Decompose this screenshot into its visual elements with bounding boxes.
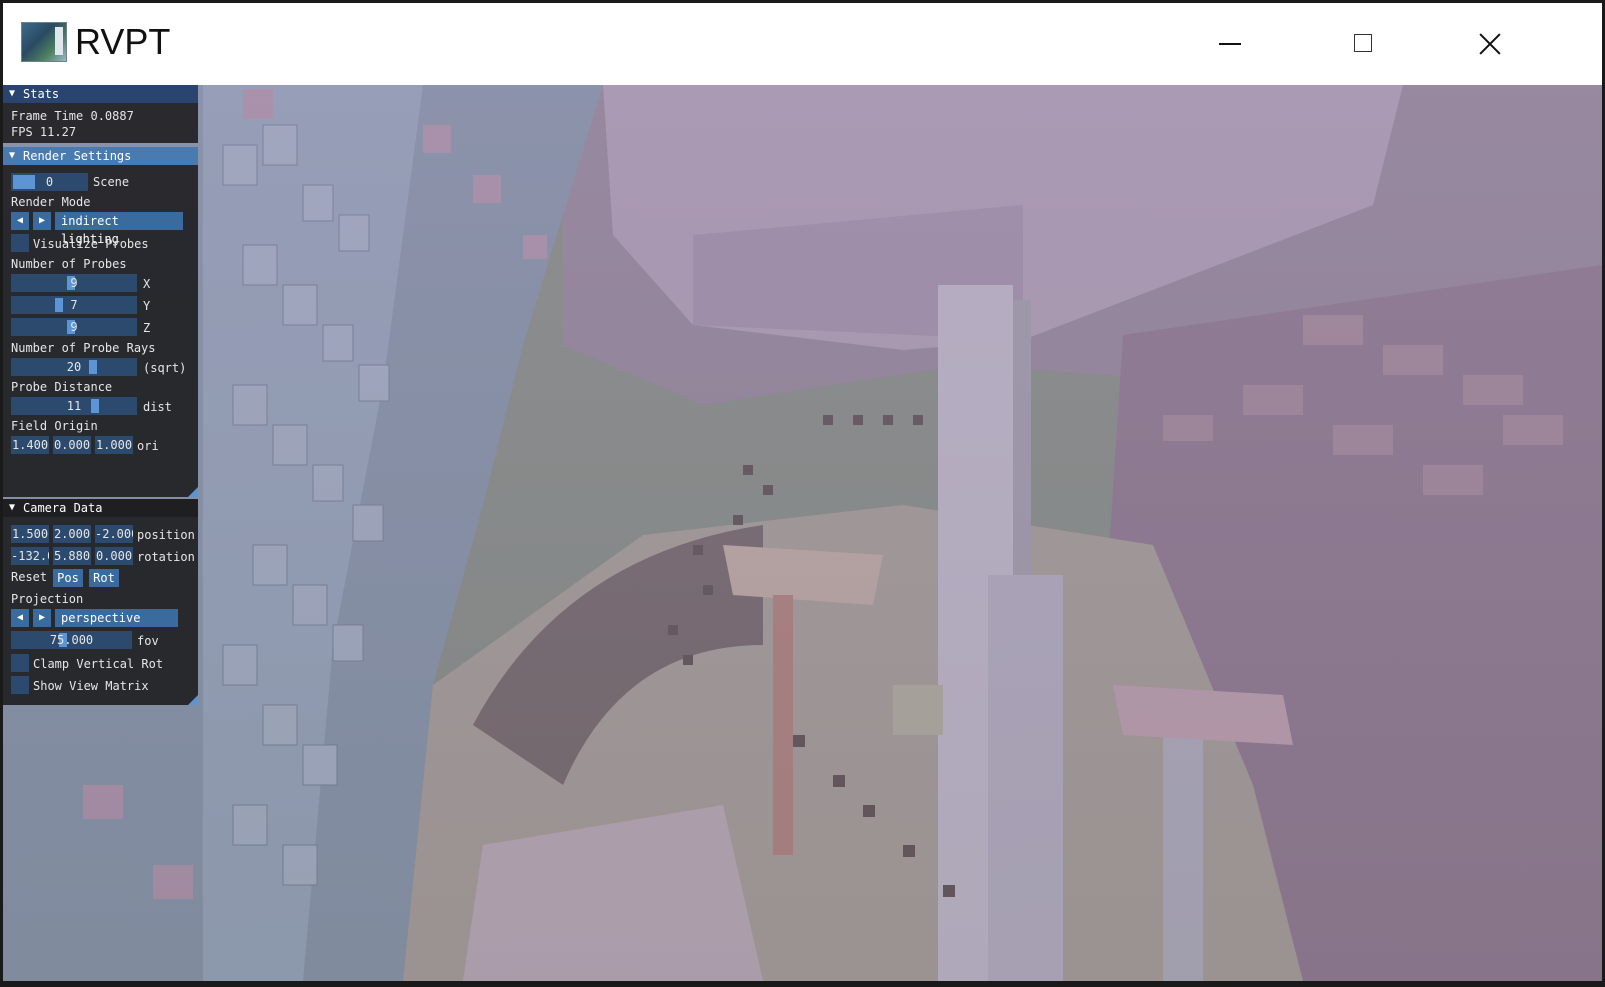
resize-grip-icon[interactable] bbox=[188, 487, 198, 497]
close-button[interactable] bbox=[1468, 23, 1528, 63]
app-window: RVPT ▼ Stats Frame Time 0.0887 FPS 11.27… bbox=[0, 0, 1605, 987]
camera-header[interactable]: ▼ Camera Data bbox=[3, 499, 198, 517]
fps-value: 11.27 bbox=[39, 125, 77, 139]
camera-position-x-input[interactable]: 1.500 bbox=[11, 525, 49, 543]
render-mode-label: Render Mode bbox=[11, 195, 91, 209]
probes-y-label: Y bbox=[143, 299, 151, 313]
probes-x-value: 9 bbox=[70, 276, 78, 290]
num-rays-suffix: (sqrt) bbox=[143, 361, 187, 375]
camera-rotation-y-input[interactable]: 5.880 bbox=[53, 547, 91, 565]
camera-position-label: position bbox=[137, 528, 195, 542]
minimize-icon bbox=[1219, 43, 1241, 45]
render-mode-next-button[interactable]: ▶ bbox=[33, 212, 51, 230]
clamp-vertical-rot-checkbox[interactable] bbox=[11, 654, 29, 672]
projection-label: Projection bbox=[11, 592, 84, 606]
num-rays-value: 20 bbox=[66, 360, 82, 374]
scene-slider[interactable]: 0 bbox=[11, 173, 88, 191]
stats-panel: ▼ Stats Frame Time 0.0887 FPS 11.27 bbox=[3, 85, 198, 143]
field-origin-suffix: ori bbox=[137, 439, 159, 453]
collapse-arrow-icon: ▼ bbox=[9, 150, 16, 161]
frame-time-row: Frame Time 0.0887 bbox=[11, 109, 134, 123]
camera-rotation-label: rotation bbox=[137, 550, 195, 564]
render-settings-header-label: Render Settings bbox=[23, 149, 132, 163]
probes-y-slider[interactable]: 7 bbox=[11, 296, 137, 314]
slider-grab[interactable] bbox=[91, 399, 99, 413]
scene-value: 0 bbox=[45, 175, 54, 189]
camera-position-y-input[interactable]: 2.000 bbox=[53, 525, 91, 543]
reset-pos-button[interactable]: Pos bbox=[53, 569, 83, 587]
frame-time-label: Frame Time bbox=[11, 109, 84, 123]
fps-label: FPS bbox=[11, 125, 33, 139]
camera-header-label: Camera Data bbox=[23, 501, 103, 515]
reset-rot-button[interactable]: Rot bbox=[89, 569, 119, 587]
visualize-probes-label: Visualize Probes bbox=[33, 237, 149, 251]
app-icon bbox=[21, 22, 67, 62]
probe-distance-slider[interactable]: 11 bbox=[11, 397, 137, 415]
imgui-overlay: ▼ Stats Frame Time 0.0887 FPS 11.27 ▼ Re… bbox=[3, 85, 198, 705]
probes-z-slider[interactable]: 9 bbox=[11, 318, 137, 336]
maximize-icon bbox=[1354, 34, 1372, 52]
collapse-arrow-icon: ▼ bbox=[9, 502, 16, 513]
window-title: RVPT bbox=[75, 21, 171, 62]
render-viewport[interactable] bbox=[3, 85, 1602, 981]
camera-position-z-input[interactable]: -2.000 bbox=[95, 525, 133, 543]
field-origin-y-input[interactable]: 0.000 bbox=[53, 436, 91, 454]
camera-rotation-x-input[interactable]: -132.0 bbox=[11, 547, 49, 565]
show-view-matrix-label: Show View Matrix bbox=[33, 679, 149, 693]
camera-rotation-z-input[interactable]: 0.000 bbox=[95, 547, 133, 565]
slider-grab[interactable] bbox=[89, 360, 97, 374]
fps-row: FPS 11.27 bbox=[11, 125, 76, 139]
probes-y-value: 7 bbox=[70, 298, 78, 312]
slider-grab[interactable] bbox=[55, 298, 63, 312]
probe-distance-label: Probe Distance bbox=[11, 380, 113, 394]
probe-distance-value: 11 bbox=[66, 399, 82, 413]
render-settings-header[interactable]: ▼ Render Settings bbox=[3, 147, 198, 165]
scene-label: Scene bbox=[93, 175, 130, 189]
stats-header-label: Stats bbox=[23, 87, 60, 101]
probes-x-label: X bbox=[143, 277, 151, 291]
render-settings-panel: ▼ Render Settings 0 Scene Render Mode ◀ … bbox=[3, 147, 198, 497]
resize-grip-icon[interactable] bbox=[188, 695, 198, 705]
clamp-vertical-rot-label: Clamp Vertical Rot bbox=[33, 657, 164, 671]
slider-grab[interactable] bbox=[13, 175, 35, 189]
field-origin-z-input[interactable]: 1.000 bbox=[95, 436, 133, 454]
stats-header[interactable]: ▼ Stats bbox=[3, 85, 198, 103]
camera-panel: ▼ Camera Data 1.500 2.000 -2.000 positio… bbox=[3, 499, 198, 705]
voxel-scene bbox=[3, 85, 1602, 981]
collapse-arrow-icon: ▼ bbox=[9, 88, 16, 99]
num-probes-label: Number of Probes bbox=[11, 257, 127, 271]
fov-slider[interactable]: 75.000 bbox=[11, 631, 132, 649]
fov-value: 75.000 bbox=[49, 633, 94, 647]
probes-z-label: Z bbox=[143, 321, 151, 335]
show-view-matrix-checkbox[interactable] bbox=[11, 676, 29, 694]
visualize-probes-checkbox[interactable] bbox=[11, 234, 29, 252]
render-mode-prev-button[interactable]: ◀ bbox=[11, 212, 29, 230]
reset-label: Reset bbox=[11, 570, 48, 584]
fov-label: fov bbox=[137, 634, 159, 648]
num-rays-label: Number of Probe Rays bbox=[11, 341, 156, 355]
minimize-button[interactable] bbox=[1199, 23, 1259, 63]
frame-time-value: 0.0887 bbox=[90, 109, 134, 123]
field-origin-x-input[interactable]: 1.400 bbox=[11, 436, 49, 454]
probe-distance-suffix: dist bbox=[143, 400, 172, 414]
field-origin-label: Field Origin bbox=[11, 419, 98, 433]
projection-next-button[interactable]: ▶ bbox=[33, 609, 51, 627]
projection-prev-button[interactable]: ◀ bbox=[11, 609, 29, 627]
maximize-button[interactable] bbox=[1333, 23, 1393, 63]
num-rays-slider[interactable]: 20 bbox=[11, 358, 137, 376]
probes-z-value: 9 bbox=[70, 320, 78, 334]
probes-x-slider[interactable]: 9 bbox=[11, 274, 137, 292]
projection-combo[interactable]: perspective bbox=[55, 609, 178, 627]
title-bar[interactable]: RVPT bbox=[3, 3, 1602, 85]
render-mode-combo[interactable]: indirect lighting bbox=[55, 212, 183, 246]
